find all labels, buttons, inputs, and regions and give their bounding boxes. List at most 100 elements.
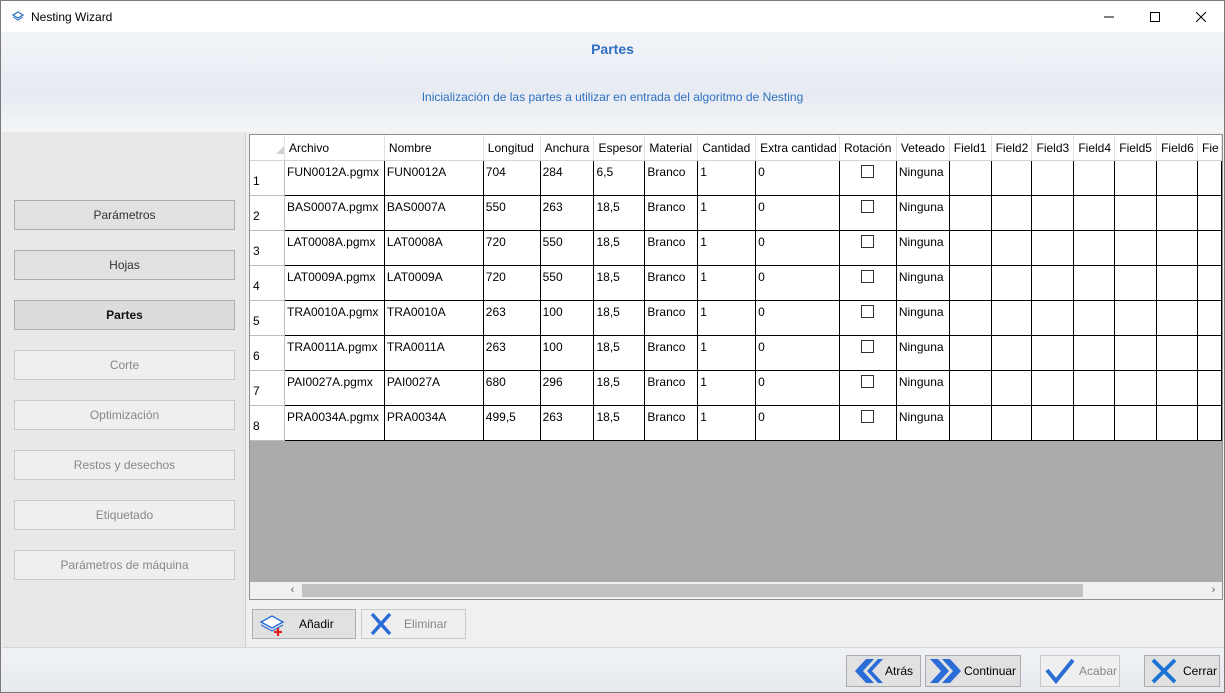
table-row[interactable]: 3 LAT0008A.pgmx LAT0008A 720 550 18,5 Branco 1 0…: [250, 230, 1222, 266]
cell-field[interactable]: [991, 195, 1033, 231]
table-row[interactable]: 8 PRA0034A.pgmx PRA0034A 499,5 263 18,5 Branco…: [250, 405, 1222, 441]
cell-archivo[interactable]: FUN0012A.pgmx: [284, 160, 385, 196]
cell-cantidad[interactable]: 1: [697, 370, 757, 406]
parts-grid[interactable]: Archivo Nombre Longitud Anchura Espesor …: [249, 134, 1223, 600]
cell-field[interactable]: [949, 370, 992, 406]
column-header[interactable]: Rotación: [839, 135, 897, 161]
cell-field[interactable]: [1031, 230, 1075, 266]
cell-veteado[interactable]: Ninguna: [896, 370, 950, 406]
cell-archivo[interactable]: LAT0008A.pgmx: [284, 230, 385, 266]
row-number[interactable]: 8: [250, 405, 285, 441]
cell-field[interactable]: [1114, 370, 1158, 406]
cell-espesor[interactable]: 18,5: [593, 230, 646, 266]
cell-field[interactable]: [1197, 405, 1222, 441]
column-header[interactable]: Veteado: [896, 135, 950, 161]
cell-veteado[interactable]: Ninguna: [896, 265, 950, 301]
column-header[interactable]: Material: [644, 135, 699, 161]
cell-longitud[interactable]: 680: [483, 370, 541, 406]
cell-field[interactable]: [1197, 195, 1222, 231]
cell-extra[interactable]: 0: [755, 405, 840, 441]
cell-extra[interactable]: 0: [755, 335, 840, 371]
row-number[interactable]: 1: [250, 160, 285, 196]
cell-veteado[interactable]: Ninguna: [896, 335, 950, 371]
finish-button[interactable]: Acabar: [1040, 655, 1120, 687]
cell-field[interactable]: [1073, 370, 1116, 406]
rotation-checkbox[interactable]: [861, 270, 875, 283]
table-row[interactable]: 5 TRA0010A.pgmx TRA0010A 263 100 18,5 Branco 1 0…: [250, 300, 1222, 336]
cell-material[interactable]: Branco: [644, 300, 699, 336]
cell-field[interactable]: [949, 195, 992, 231]
cell-nombre[interactable]: PRA0034A: [384, 405, 484, 441]
cell-longitud[interactable]: 720: [483, 265, 541, 301]
cell-field[interactable]: [1156, 370, 1198, 406]
cell-field[interactable]: [1156, 195, 1198, 231]
cell-field[interactable]: [1156, 160, 1198, 196]
cell-nombre[interactable]: FUN0012A: [384, 160, 484, 196]
cell-field[interactable]: [991, 335, 1033, 371]
cell-field[interactable]: [1114, 405, 1158, 441]
cell-field[interactable]: [949, 160, 992, 196]
scroll-left-icon[interactable]: ‹: [284, 582, 301, 599]
cell-nombre[interactable]: TRA0011A: [384, 335, 484, 371]
nav-parametros-maquina-button[interactable]: Parámetros de máquina: [14, 550, 235, 580]
cell-anchura[interactable]: 550: [540, 265, 595, 301]
cell-anchura[interactable]: 100: [540, 300, 595, 336]
cell-field[interactable]: [991, 300, 1033, 336]
cell-field[interactable]: [1031, 160, 1075, 196]
cell-field[interactable]: [949, 405, 992, 441]
cell-cantidad[interactable]: 1: [697, 160, 757, 196]
rotation-checkbox[interactable]: [861, 235, 875, 248]
cell-cantidad[interactable]: 1: [697, 265, 757, 301]
cell-field[interactable]: [1156, 230, 1198, 266]
cell-archivo[interactable]: LAT0009A.pgmx: [284, 265, 385, 301]
cell-extra[interactable]: 0: [755, 370, 840, 406]
cell-archivo[interactable]: PAI0027A.pgmx: [284, 370, 385, 406]
column-header[interactable]: Field1: [949, 135, 992, 161]
remove-part-button[interactable]: Eliminar: [361, 609, 466, 639]
cell-material[interactable]: Branco: [644, 230, 699, 266]
cell-espesor[interactable]: 18,5: [593, 335, 646, 371]
column-header[interactable]: Field5: [1114, 135, 1158, 161]
nav-partes-button[interactable]: Partes: [14, 300, 235, 330]
cell-nombre[interactable]: BAS0007A: [384, 195, 484, 231]
cell-anchura[interactable]: 284: [540, 160, 595, 196]
cell-field[interactable]: [1156, 405, 1198, 441]
cell-field[interactable]: [1197, 160, 1222, 196]
horizontal-scrollbar[interactable]: ‹ ›: [250, 582, 1222, 599]
cell-field[interactable]: [1156, 265, 1198, 301]
cell-field[interactable]: [1197, 230, 1222, 266]
column-header[interactable]: Longitud: [483, 135, 541, 161]
maximize-button[interactable]: [1132, 1, 1178, 32]
table-row[interactable]: 1 FUN0012A.pgmx FUN0012A 704 284 6,5 Branco 1 0 N…: [250, 160, 1222, 196]
cell-field[interactable]: [1073, 160, 1116, 196]
cell-longitud[interactable]: 550: [483, 195, 541, 231]
cell-archivo[interactable]: TRA0010A.pgmx: [284, 300, 385, 336]
cell-extra[interactable]: 0: [755, 195, 840, 231]
cell-longitud[interactable]: 499,5: [483, 405, 541, 441]
cell-extra[interactable]: 0: [755, 230, 840, 266]
column-header[interactable]: Cantidad: [697, 135, 757, 161]
nav-optimizacion-button[interactable]: Optimización: [14, 400, 235, 430]
row-number[interactable]: 6: [250, 335, 285, 371]
cell-field[interactable]: [1114, 160, 1158, 196]
cell-rotacion[interactable]: [839, 265, 897, 301]
cell-field[interactable]: [1073, 230, 1116, 266]
cell-anchura[interactable]: 263: [540, 195, 595, 231]
cell-field[interactable]: [1197, 265, 1222, 301]
cell-field[interactable]: [1197, 370, 1222, 406]
scroll-right-icon[interactable]: ›: [1205, 582, 1222, 599]
scrollbar-thumb[interactable]: [302, 584, 1083, 597]
cell-field[interactable]: [1114, 265, 1158, 301]
cell-cantidad[interactable]: 1: [697, 195, 757, 231]
cell-longitud[interactable]: 704: [483, 160, 541, 196]
cell-field[interactable]: [1197, 335, 1222, 371]
cell-anchura[interactable]: 296: [540, 370, 595, 406]
cell-rotacion[interactable]: [839, 230, 897, 266]
rotation-checkbox[interactable]: [861, 410, 875, 423]
cell-field[interactable]: [1114, 300, 1158, 336]
cell-extra[interactable]: 0: [755, 265, 840, 301]
cell-anchura[interactable]: 100: [540, 335, 595, 371]
continue-button[interactable]: Continuar: [925, 655, 1021, 687]
cell-material[interactable]: Branco: [644, 265, 699, 301]
cell-espesor[interactable]: 18,5: [593, 300, 646, 336]
